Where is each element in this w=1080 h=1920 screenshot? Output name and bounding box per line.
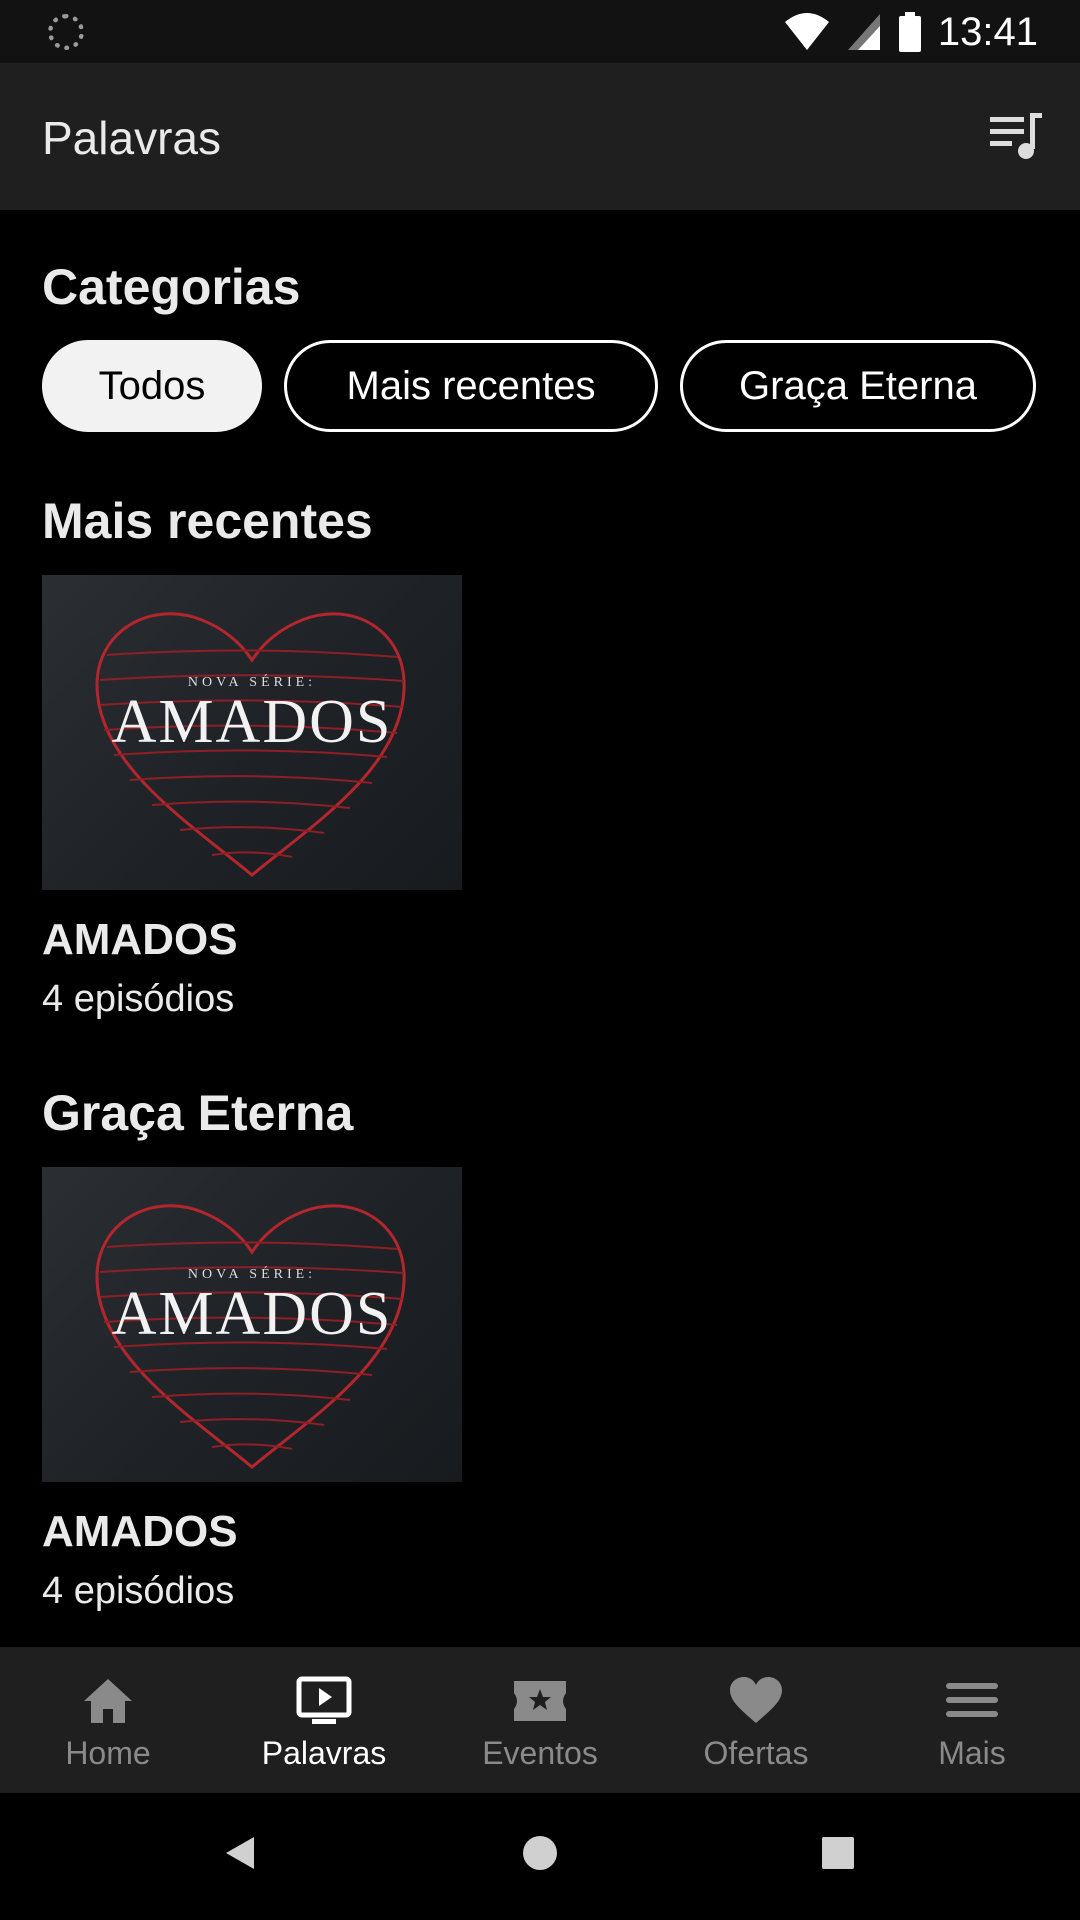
status-bar: 13:41	[0, 0, 1080, 63]
series-artwork[interactable]: NOVA SÉRIE: AMADOS	[42, 1167, 462, 1482]
item-title[interactable]: AMADOS	[42, 1507, 238, 1557]
nav-palavras[interactable]: Palavras	[216, 1647, 432, 1793]
recents-icon[interactable]	[818, 1833, 858, 1873]
nav-mais[interactable]: Mais	[864, 1647, 1080, 1793]
artwork-title: AMADOS	[111, 1280, 393, 1348]
status-time: 13:41	[937, 9, 1038, 54]
item-subtitle: 4 episódios	[42, 1570, 235, 1612]
categories-heading: Categorias	[42, 259, 301, 315]
battery-icon	[898, 12, 921, 52]
item-title[interactable]: AMADOS	[42, 915, 238, 965]
tv-play-icon	[296, 1676, 352, 1724]
item-subtitle: 4 episódios	[42, 978, 235, 1020]
back-icon[interactable]	[222, 1833, 258, 1873]
nav-eventos[interactable]: Eventos	[432, 1647, 648, 1793]
system-navigation-bar	[0, 1793, 1080, 1920]
signal-icon	[847, 14, 880, 50]
app-bar: Palavras	[0, 63, 1080, 210]
category-chips: Todos Mais recentes Graça Eterna	[42, 340, 1036, 432]
nav-label-palavras: Palavras	[261, 1735, 387, 1771]
wifi-icon	[784, 13, 829, 50]
series-artwork[interactable]: NOVA SÉRIE: AMADOS	[42, 575, 462, 890]
artwork-title: AMADOS	[111, 688, 393, 756]
section-title-mais-recentes: Mais recentes	[42, 493, 373, 549]
bottom-navigation: Home Palavras Eventos Ofertas Mais	[0, 1647, 1080, 1793]
ticket-star-icon	[514, 1681, 566, 1721]
nav-label-mais: Mais	[938, 1735, 1006, 1771]
nav-home[interactable]: Home	[0, 1647, 216, 1793]
heart-icon	[730, 1677, 782, 1723]
nav-label-eventos: Eventos	[482, 1735, 598, 1771]
status-icons: 13:41	[784, 8, 1038, 56]
nav-label-ofertas: Ofertas	[703, 1735, 809, 1771]
page-title: Palavras	[42, 112, 221, 164]
queue-music-icon	[990, 113, 1042, 159]
home-circle-icon[interactable]	[520, 1833, 560, 1873]
nav-ofertas[interactable]: Ofertas	[648, 1647, 864, 1793]
chip-graca-eterna[interactable]: Graça Eterna	[680, 340, 1036, 432]
section-title-graca-eterna: Graça Eterna	[42, 1085, 354, 1141]
chip-todos[interactable]: Todos	[42, 340, 262, 432]
chip-mais-recentes[interactable]: Mais recentes	[284, 340, 658, 432]
queue-music-button[interactable]	[988, 111, 1044, 163]
menu-icon	[946, 1683, 998, 1717]
sync-icon	[48, 14, 84, 50]
home-icon	[84, 1679, 132, 1723]
nav-label-home: Home	[65, 1735, 151, 1771]
